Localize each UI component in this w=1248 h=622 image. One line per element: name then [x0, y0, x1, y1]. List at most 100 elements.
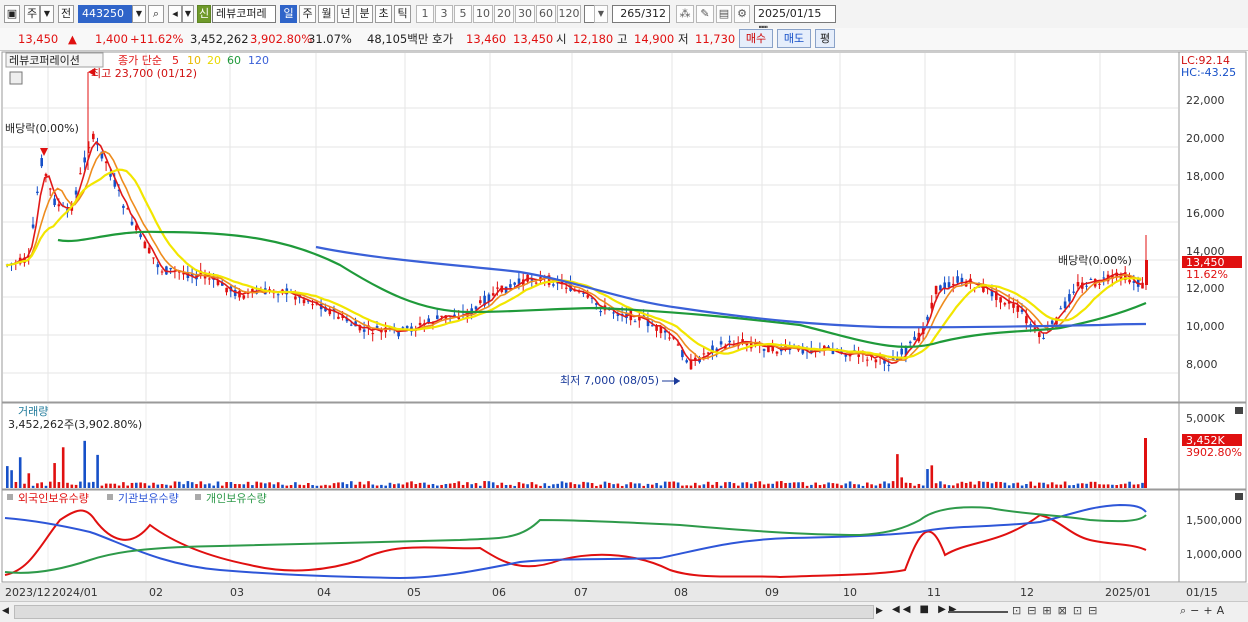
volume-bar [608, 482, 611, 488]
candle-body [947, 282, 951, 288]
volume-bar [1003, 482, 1007, 488]
investor-tick: 1,500,000 [1186, 514, 1242, 527]
volume-bar [745, 482, 749, 488]
candle-body [436, 315, 439, 319]
new-badge-text: 신 [198, 7, 210, 20]
volume-bar [139, 482, 142, 488]
interval-10-button[interactable]: 10 [473, 5, 493, 23]
playback-controls[interactable]: ◀◀ ■ ▶▶ [892, 604, 960, 615]
volume-bar [479, 485, 482, 488]
zoom-slider[interactable] [948, 611, 1008, 613]
gear-icon[interactable]: ⚙ [734, 5, 750, 23]
market-select[interactable]: 주 [24, 5, 40, 23]
interval-label: 1 [421, 7, 429, 20]
chart-tool-icons[interactable]: ⊡⊟⊞⊠⊡⊟ [1012, 604, 1103, 617]
interval-120-button[interactable]: 120 [557, 5, 581, 23]
volume-current-pct: 3902.80% [1186, 446, 1242, 459]
period-day-tab[interactable]: 일 [280, 5, 297, 23]
period-label: 초 [378, 7, 389, 20]
candle-body [1003, 303, 1007, 305]
draw-tool-icon[interactable]: ✎ [696, 5, 714, 23]
scroll-track[interactable] [14, 605, 874, 619]
volume-bar [698, 485, 701, 488]
interval-5-button[interactable]: 5 [454, 5, 472, 23]
volume-bar [775, 481, 779, 488]
volume-bar [251, 485, 254, 488]
eval-label: 평 [819, 32, 831, 45]
volume-bar [706, 481, 710, 488]
period-week-tab[interactable]: 주 [299, 5, 316, 23]
speaker-dropdown-icon[interactable]: ▼ [182, 5, 194, 23]
volume-bar [401, 484, 405, 488]
search-icon[interactable]: ⌕ [148, 5, 164, 23]
volume-bar [539, 485, 542, 488]
code-dropdown-icon[interactable]: ▼ [132, 5, 146, 23]
candle-body [534, 282, 538, 284]
sell-button[interactable]: 매도 [777, 29, 811, 48]
scroll-bar[interactable]: ◀ ▶ ◀◀ ■ ▶▶ ⊡⊟⊞⊠⊡⊟ ⌕−+A [0, 601, 1248, 622]
investor-panel-close-icon[interactable] [1235, 493, 1243, 500]
volume-bar [552, 484, 555, 488]
interval-30-button[interactable]: 30 [515, 5, 535, 23]
candle-body [397, 332, 400, 337]
volume-bar [926, 469, 929, 488]
buy-button[interactable]: 매수 [739, 29, 773, 48]
period-second-tab[interactable]: 초 [375, 5, 392, 23]
price-tick: 16,000 [1186, 207, 1225, 220]
interval-3-button[interactable]: 3 [435, 5, 453, 23]
stock-code-text: 443250 [82, 7, 124, 20]
volume-bar [341, 482, 344, 488]
volume-bar [117, 485, 121, 488]
volume-bar [878, 483, 882, 488]
window-icon[interactable]: ▣ [4, 5, 20, 23]
period-minute-tab[interactable]: 분 [356, 5, 373, 23]
interval-label: 5 [459, 7, 467, 20]
grid-icon[interactable]: ⁂ [676, 5, 694, 23]
volume-bar [27, 473, 31, 488]
interval-1-button[interactable]: 1 [416, 5, 434, 23]
volume-bar [995, 481, 998, 488]
period-tick-tab[interactable]: 틱 [394, 5, 411, 23]
volume-bar [1046, 484, 1050, 488]
chart-area[interactable]: 레뷰코퍼레이션 종가 단순 5 10 20 60 120 최고 23,700 (… [0, 50, 1248, 601]
count-total: /312 [641, 7, 666, 20]
scroll-right-icon[interactable]: ▶ [876, 605, 886, 618]
stock-name-field[interactable]: 레뷰코퍼레 [212, 5, 276, 23]
interval-60-button[interactable]: 60 [536, 5, 556, 23]
volume-bar [1068, 485, 1071, 488]
count-field[interactable]: 265/312 [612, 5, 670, 23]
period-month-tab[interactable]: 월 [318, 5, 335, 23]
speaker-icon[interactable]: ◂ [168, 5, 182, 23]
open-price: 12,180 [573, 32, 614, 46]
period-year-tab[interactable]: 년 [337, 5, 354, 23]
scroll-left-icon[interactable]: ◀ [2, 605, 12, 618]
volume-title: 거래량 [18, 405, 48, 418]
volume-bar [135, 482, 138, 488]
market-dropdown-icon[interactable]: ▼ [40, 5, 54, 23]
save-icon[interactable]: ▤ [716, 5, 732, 23]
candle-body [79, 173, 82, 175]
volume-bar [943, 484, 946, 488]
interval-20-button[interactable]: 20 [494, 5, 514, 23]
date-input[interactable]: 2025/01/15 ▦ [754, 5, 836, 36]
eval-button[interactable]: 평 [815, 29, 835, 48]
volume-bar [810, 484, 813, 488]
volume-bar [70, 484, 74, 488]
candle-body [371, 333, 375, 335]
volume-bar [788, 482, 792, 488]
table-icon[interactable] [9, 71, 23, 85]
volume-bar [483, 481, 486, 488]
volume-bar [18, 457, 22, 488]
candle-body [160, 271, 164, 273]
custom-interval-dropdown-icon[interactable]: ▼ [594, 5, 608, 23]
stock-chart[interactable]: 레뷰코퍼레이션 종가 단순 5 10 20 60 120 최고 23,700 (… [0, 50, 1248, 601]
volume-bar [900, 477, 903, 488]
scope-select[interactable]: 전 [58, 5, 74, 23]
volume-panel-close-icon[interactable] [1235, 407, 1243, 414]
zoom-controls[interactable]: ⌕−+A [1180, 604, 1228, 618]
stock-code-input[interactable]: 443250 [78, 5, 132, 23]
price-panel-frame [1, 51, 1180, 403]
low-annotation: 최저 7,000 (08/05) [560, 374, 659, 387]
volume-bar [74, 484, 78, 488]
volume-bar [418, 482, 422, 488]
